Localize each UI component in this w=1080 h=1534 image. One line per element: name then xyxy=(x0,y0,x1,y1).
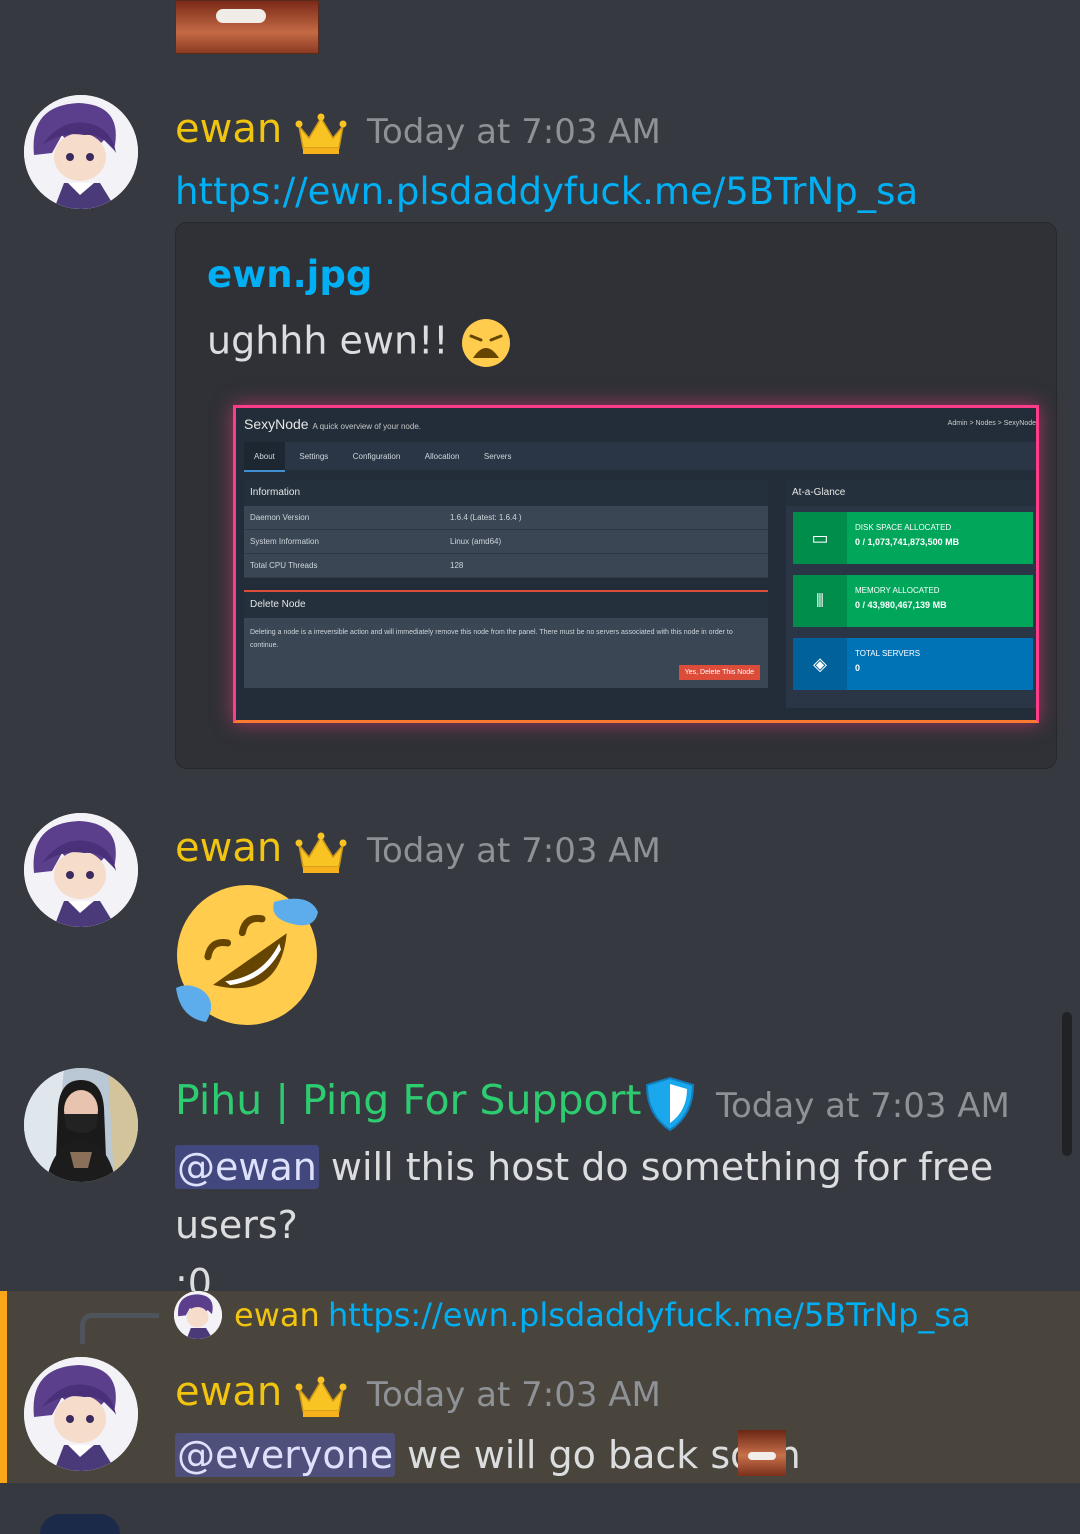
tab-settings: Settings xyxy=(299,452,329,461)
everyone-mention[interactable]: @everyone xyxy=(175,1433,396,1477)
info-row: System Information Linux (amd64) xyxy=(244,530,768,554)
folder-icon: ▭ xyxy=(793,512,847,564)
node-header: SexyNode A quick overview of your node. xyxy=(244,416,421,432)
information-panel: Information Daemon Version 1.6.4 (Latest:… xyxy=(244,480,768,578)
embed-description-text: ughhh ewn!! xyxy=(207,318,449,363)
avatar[interactable] xyxy=(24,95,138,209)
timestamp: Today at 7:03 AM xyxy=(367,831,661,871)
crown-icon xyxy=(295,113,347,154)
delete-node-panel: Delete Node Deleting a node is a irrever… xyxy=(244,590,768,688)
tab-configuration: Configuration xyxy=(352,452,401,461)
weary-face-emoji-icon xyxy=(461,319,510,367)
mention-highlight-bar xyxy=(0,1291,7,1483)
username[interactable]: ewan xyxy=(175,825,282,871)
node-tabs: About Settings Configuration Allocation … xyxy=(244,442,1036,472)
barcode-icon: ⦀ xyxy=(793,575,847,627)
reply-preview[interactable]: https://ewn.plsdaddyfuck.me/5BTrNp_sa xyxy=(328,1296,971,1334)
message-content: @everyone we will go back soon xyxy=(175,1428,801,1482)
embed-description: ughhh ewn!! xyxy=(207,318,511,368)
delete-node-button: Yes, Delete This Node xyxy=(678,665,760,680)
info-row: Daemon Version 1.6.4 (Latest: 1.6.4 ) xyxy=(244,506,768,530)
node-name: SexyNode xyxy=(244,416,309,432)
next-avatar-partial[interactable] xyxy=(40,1514,120,1534)
memory-tile: ⦀ MEMORY ALLOCATED 0 / 43,980,467,139 MB xyxy=(793,575,1033,627)
embed-image[interactable]: SexyNode A quick overview of your node. … xyxy=(233,405,1039,723)
avatar[interactable] xyxy=(24,1357,138,1471)
avatar[interactable] xyxy=(24,1068,138,1182)
embed-title[interactable]: ewn.jpg xyxy=(207,253,372,296)
crown-icon xyxy=(295,1376,347,1417)
information-title: Information xyxy=(244,480,768,506)
timestamp: Today at 7:03 AM xyxy=(716,1086,1010,1126)
layers-icon: ◈ xyxy=(793,638,847,690)
shield-icon xyxy=(645,1076,695,1132)
delete-node-title: Delete Node xyxy=(244,592,768,618)
tab-about: About xyxy=(244,442,285,472)
scrollbar[interactable] xyxy=(1062,1012,1072,1156)
timestamp: Today at 7:03 AM xyxy=(367,1375,661,1415)
avatar[interactable] xyxy=(24,813,138,927)
user-mention[interactable]: @ewan xyxy=(175,1145,319,1189)
tab-allocation: Allocation xyxy=(424,452,460,461)
message-content: @ewan will this host do something for fr… xyxy=(175,1138,1045,1312)
node-subtitle: A quick overview of your node. xyxy=(312,422,421,431)
username[interactable]: Pihu | Ping For Support xyxy=(175,1076,642,1124)
info-row: Total CPU Threads 128 xyxy=(244,554,768,578)
at-a-glance-title: At-a-Glance xyxy=(786,480,1036,506)
reply-username[interactable]: ewan xyxy=(234,1296,320,1334)
reply-avatar[interactable] xyxy=(174,1291,222,1339)
delete-node-text: Deleting a node is a irreversible action… xyxy=(250,629,733,649)
custom-emoji-icon xyxy=(738,1430,786,1476)
total-servers-tile: ◈ TOTAL SERVERS 0 xyxy=(793,638,1033,690)
previous-attachment-image[interactable] xyxy=(175,0,319,54)
breadcrumb: Admin > Nodes > SexyNode xyxy=(947,420,1036,427)
tab-servers: Servers xyxy=(483,452,512,461)
crown-icon xyxy=(295,832,347,873)
rolling-on-floor-laughing-emoji-icon xyxy=(176,885,318,1025)
disk-space-tile: ▭ DISK SPACE ALLOCATED 0 / 1,073,741,873… xyxy=(793,512,1033,564)
message-link[interactable]: https://ewn.plsdaddyfuck.me/5BTrNp_sa xyxy=(175,170,918,213)
timestamp: Today at 7:03 AM xyxy=(367,112,661,152)
username[interactable]: ewan xyxy=(175,1369,282,1415)
username[interactable]: ewan xyxy=(175,106,282,152)
reply-connector xyxy=(80,1313,159,1344)
